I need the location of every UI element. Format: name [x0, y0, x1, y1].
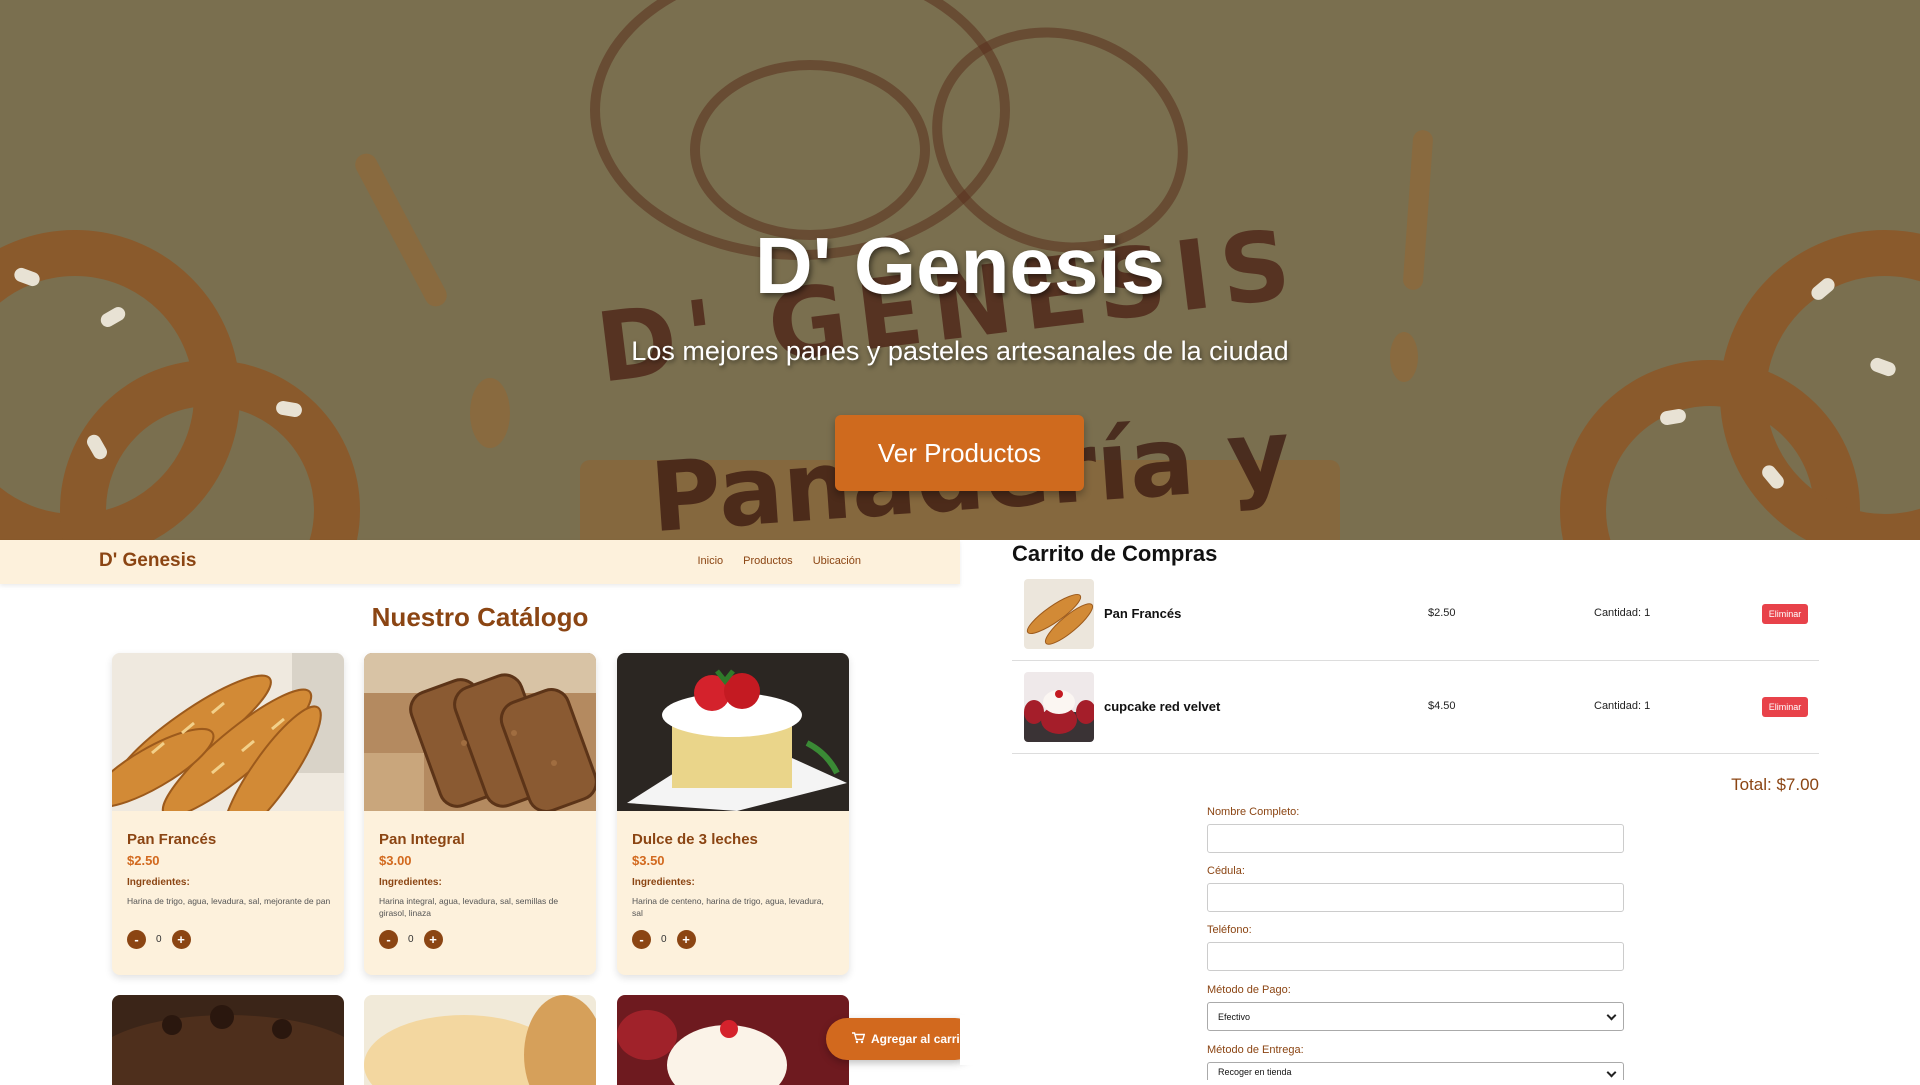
cart-item-price: $4.50	[1428, 700, 1456, 712]
payment-label: Método de Pago:	[1207, 984, 1291, 996]
cart-item-quantity: Cantidad: 1	[1594, 607, 1651, 619]
quantity-value: 0	[156, 934, 162, 945]
increase-button[interactable]: +	[676, 930, 696, 949]
nav-link-productos[interactable]: Productos	[743, 555, 793, 567]
baguette-photo	[112, 653, 344, 841]
decrease-button[interactable]: -	[632, 930, 651, 949]
ingredients-label: Ingredientes:	[127, 877, 190, 888]
nav-brand[interactable]: D' Genesis	[99, 550, 196, 572]
product-name: Pan Francés	[127, 831, 217, 848]
product-name: Dulce de 3 leches	[632, 831, 758, 848]
tres-leches-cake-photo	[617, 653, 849, 811]
hero-title: D' Genesis	[754, 221, 1166, 310]
product-name: Pan Integral	[379, 831, 465, 848]
cart-item: Pan Francés $2.50 Cantidad: 1 Eliminar	[1012, 568, 1819, 661]
cupcake-photo	[617, 995, 849, 1085]
product-price: $3.50	[632, 853, 665, 868]
cart-title: Carrito de Compras	[1012, 541, 1218, 566]
ingredients-label: Ingredientes:	[379, 877, 442, 888]
hero-subtitle: Los mejores panes y pasteles artesanales…	[631, 336, 1289, 366]
product-card: Dulce de 3 leches $3.50 Ingredientes: Ha…	[617, 653, 849, 975]
chocolate-cake-photo	[112, 995, 344, 1085]
decrease-button[interactable]: -	[127, 930, 146, 949]
product-ingredients: Harina integral, agua, levadura, sal, se…	[379, 896, 559, 918]
remove-item-button[interactable]: Eliminar	[1762, 697, 1808, 717]
nav-link-ubicacion[interactable]: Ubicación	[813, 555, 861, 567]
id-label: Cédula:	[1207, 865, 1245, 877]
payment-selected-value: Efectivo	[1218, 1011, 1251, 1022]
decrease-button[interactable]: -	[379, 930, 398, 949]
quantity-stepper: - 0 +	[379, 930, 443, 949]
cart-item-name: cupcake red velvet	[1104, 699, 1221, 714]
navbar: D' Genesis Inicio Productos Ubicación	[0, 540, 960, 584]
cart-item-thumbnail	[1024, 579, 1094, 649]
phone-input[interactable]	[1207, 942, 1624, 971]
cart-item-thumbnail	[1024, 672, 1094, 742]
chef-hat-outline	[690, 60, 930, 240]
cart-item-quantity: Cantidad: 1	[1594, 700, 1651, 712]
brush-stroke	[470, 378, 510, 448]
payment-select[interactable]: Efectivo	[1207, 1002, 1624, 1031]
delivery-selected-value: Recoger en tienda	[1218, 1067, 1292, 1077]
hero-section: D' GENESIS Panadería y D' Genesis Los me…	[0, 0, 1920, 540]
nav-link-inicio[interactable]: Inicio	[697, 555, 723, 567]
cart-icon	[852, 1031, 866, 1047]
panel-divider	[960, 1015, 990, 1065]
quantity-value: 0	[661, 934, 667, 945]
catalog-title: Nuestro Catálogo	[371, 602, 589, 632]
cart-item-name: Pan Francés	[1104, 606, 1182, 621]
wholegrain-bread-photo	[364, 653, 596, 813]
product-price: $2.50	[127, 853, 160, 868]
quantity-value: 0	[408, 934, 414, 945]
cart-total: Total: $7.00	[1731, 775, 1819, 794]
phone-label: Teléfono:	[1207, 924, 1252, 936]
product-price: $3.00	[379, 853, 412, 868]
ingredients-label: Ingredientes:	[632, 877, 695, 888]
product-card: Pan Integral $3.00 Ingredientes: Harina …	[364, 653, 596, 975]
cart-item-price: $2.50	[1428, 607, 1456, 619]
name-label: Nombre Completo:	[1207, 806, 1300, 818]
delivery-label: Método de Entrega:	[1207, 1044, 1304, 1056]
delivery-select[interactable]: Recoger en tienda	[1207, 1062, 1624, 1080]
product-ingredients: Harina de trigo, agua, levadura, sal, me…	[127, 896, 331, 906]
product-ingredients: Harina de centeno, harina de trigo, agua…	[632, 896, 824, 918]
increase-button[interactable]: +	[171, 930, 191, 949]
alfajor-photo	[364, 995, 596, 1085]
cart-item: cupcake red velvet $4.50 Cantidad: 1 Eli…	[1012, 661, 1819, 754]
nav-links: Inicio Productos Ubicación	[697, 555, 861, 567]
chevron-down-icon	[1606, 1067, 1617, 1078]
id-input[interactable]	[1207, 883, 1624, 912]
remove-item-button[interactable]: Eliminar	[1762, 604, 1808, 624]
increase-button[interactable]: +	[423, 930, 443, 949]
quantity-stepper: - 0 +	[632, 930, 696, 949]
quantity-stepper: - 0 +	[127, 930, 191, 949]
add-to-cart-button[interactable]: Agregar al carri	[826, 1018, 976, 1060]
chevron-down-icon	[1606, 1010, 1617, 1021]
add-to-cart-label: Agregar al carri	[871, 1032, 960, 1046]
product-card: Pan Francés $2.50 Ingredientes: Harina d…	[112, 653, 344, 975]
view-products-button[interactable]: Ver Productos	[835, 415, 1084, 491]
name-input[interactable]	[1207, 824, 1624, 853]
